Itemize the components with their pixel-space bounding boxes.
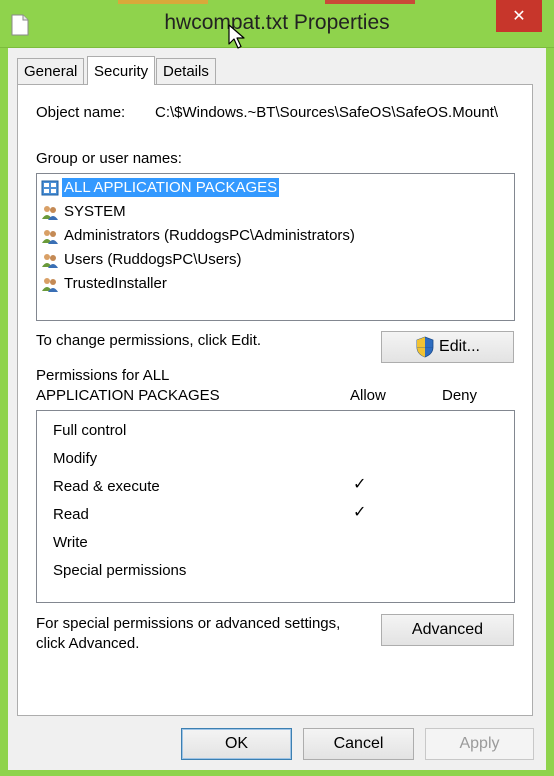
- permission-row-write: Write: [53, 528, 513, 556]
- users-icon: [42, 229, 58, 244]
- permission-name: Write: [53, 533, 88, 551]
- user-name: Users (RuddogsPC\Users): [64, 251, 242, 268]
- ok-button[interactable]: OK: [181, 728, 292, 760]
- advanced-button-label: Advanced: [411, 621, 484, 638]
- tab-details[interactable]: Details: [156, 58, 216, 84]
- permissions-header-line2: APPLICATION PACKAGES: [36, 387, 220, 404]
- allow-check: ✓: [353, 504, 367, 521]
- close-icon: ✕: [512, 8, 526, 25]
- close-button[interactable]: ✕: [496, 0, 542, 32]
- apply-button[interactable]: Apply: [425, 728, 534, 760]
- user-name: TrustedInstaller: [64, 275, 167, 292]
- user-list-item-users[interactable]: Users (RuddogsPC\Users): [39, 248, 514, 271]
- object-name-label: Object name:: [36, 104, 126, 121]
- group-or-user-names-label: Group or user names:: [36, 150, 182, 167]
- change-permissions-text: To change permissions, click Edit.: [36, 332, 262, 349]
- permission-row-full-control: Full control: [53, 416, 513, 444]
- allow-column-header: Allow: [350, 387, 386, 404]
- advanced-description-line1: For special permissions or advanced sett…: [36, 615, 341, 632]
- window-border-bottom: [0, 770, 554, 776]
- user-list-item-administrators[interactable]: Administrators (RuddogsPC\Administrators…: [39, 224, 514, 247]
- permission-row-special-permissions: Special permissions: [53, 556, 513, 584]
- window-border-right: [546, 48, 554, 776]
- tab-security[interactable]: Security: [87, 56, 156, 85]
- group-user-list[interactable]: ALL APPLICATION PACKAGES SYSTEM Administ…: [36, 173, 515, 321]
- ok-button-label: OK: [224, 735, 249, 752]
- permission-row-read: Read ✓: [53, 500, 513, 528]
- user-name: Administrators (RuddogsPC\Administrators…: [64, 227, 355, 244]
- allow-check: ✓: [353, 476, 367, 493]
- edit-button[interactable]: Edit...: [381, 331, 514, 363]
- users-icon: [42, 253, 58, 268]
- window-title: hwcompat.txt Properties: [164, 11, 390, 34]
- users-icon: [42, 277, 58, 292]
- background-window-edge: [325, 0, 415, 4]
- window-border-left: [0, 48, 8, 776]
- packages-icon: [41, 180, 59, 195]
- permission-row-read-execute: Read & execute ✓: [53, 472, 513, 500]
- tab-label: Security: [94, 62, 149, 80]
- user-list-item-system[interactable]: SYSTEM: [39, 200, 514, 223]
- permission-name: Full control: [53, 421, 127, 439]
- apply-button-label: Apply: [459, 735, 500, 752]
- object-name-value[interactable]: C:\$Windows.~BT\Sources\SafeOS\SafeOS.Mo…: [155, 104, 515, 121]
- user-name: ALL APPLICATION PACKAGES: [62, 178, 280, 197]
- tab-label: Details: [163, 63, 209, 80]
- permissions-list: Full control Modify Read & execute ✓ Rea…: [36, 410, 515, 603]
- deny-column-header: Deny: [442, 387, 478, 404]
- cancel-button-label: Cancel: [333, 735, 384, 752]
- permission-row-modify: Modify: [53, 444, 513, 472]
- tab-general[interactable]: General: [17, 58, 85, 84]
- users-icon: [42, 205, 58, 220]
- edit-button-label: Edit...: [439, 338, 480, 355]
- permission-name: Read: [53, 505, 89, 523]
- advanced-description-line2: click Advanced.: [36, 635, 140, 652]
- permission-name: Modify: [53, 449, 98, 467]
- cancel-button[interactable]: Cancel: [303, 728, 414, 760]
- user-list-item-trustedinstaller[interactable]: TrustedInstaller: [39, 272, 514, 295]
- permission-name: Read & execute: [53, 477, 160, 495]
- user-name: SYSTEM: [64, 203, 126, 220]
- permission-name: Special permissions: [53, 561, 187, 579]
- user-list-item-all-application-packages[interactable]: ALL APPLICATION PACKAGES: [39, 176, 514, 199]
- advanced-button[interactable]: Advanced: [381, 614, 514, 646]
- background-window-edge: [118, 0, 208, 4]
- uac-shield-icon: [416, 336, 434, 358]
- tab-label: General: [24, 63, 78, 80]
- permissions-header-line1: Permissions for ALL: [36, 367, 170, 384]
- mouse-cursor-icon: [228, 24, 245, 49]
